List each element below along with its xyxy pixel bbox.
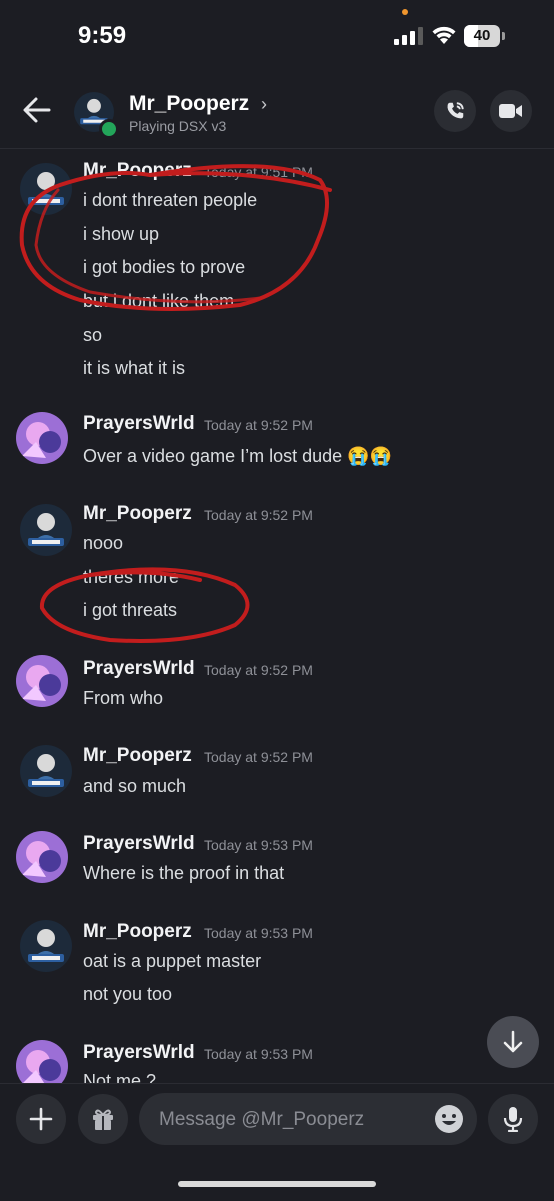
- message-timestamp: Today at 9:53 PM: [204, 925, 313, 941]
- message-author[interactable]: PrayersWrld: [83, 833, 195, 855]
- message-line: Where is the proof in that: [83, 863, 285, 883]
- message-timestamp: Today at 9:53 PM: [204, 1046, 313, 1062]
- gift-button[interactable]: [78, 1094, 128, 1144]
- avatar-mr-pooperz[interactable]: [20, 504, 72, 556]
- battery-level: 40: [473, 27, 491, 44]
- avatar-mr-pooperz[interactable]: [20, 163, 72, 215]
- emoji-icon[interactable]: [434, 1104, 464, 1134]
- message-line: oat is a puppet master: [83, 951, 262, 971]
- attach-button[interactable]: [16, 1094, 66, 1144]
- message-line: it is what it is: [83, 358, 186, 378]
- status-bar: 9:59 40: [0, 0, 554, 74]
- message-timestamp: Today at 9:52 PM: [204, 417, 313, 433]
- message-list[interactable]: Mr_Pooperz Today at 9:51 PM i dont threa…: [0, 149, 554, 1083]
- voice-message-button[interactable]: [488, 1094, 538, 1144]
- online-status-dot: [99, 119, 119, 139]
- header-username[interactable]: Mr_Pooperz: [129, 92, 249, 116]
- dm-header: Mr_Pooperz › Playing DSX v3: [0, 74, 554, 149]
- microphone-icon: [503, 1107, 523, 1132]
- phone-icon: [447, 102, 464, 119]
- avatar-prayerswrld[interactable]: [16, 1040, 68, 1083]
- message-timestamp: Today at 9:53 PM: [204, 837, 313, 853]
- message-author[interactable]: Mr_Pooperz: [83, 160, 192, 182]
- message-author[interactable]: Mr_Pooperz: [83, 921, 192, 943]
- message-timestamp: Today at 9:51 PM: [204, 164, 313, 180]
- header-activity-status: Playing DSX v3: [129, 118, 227, 134]
- message-line: From who: [83, 688, 164, 708]
- message-line: i dont threaten people: [83, 190, 258, 210]
- message-line: i got threats: [83, 600, 178, 620]
- cellular-signal-icon: [394, 27, 423, 45]
- message-line: Over a video game I’m lost dude 😭😭: [83, 446, 392, 466]
- message-line: i show up: [83, 224, 160, 244]
- video-camera-icon: [499, 104, 522, 118]
- message-line: i got bodies to prove: [83, 257, 246, 277]
- message-line: theres more: [83, 567, 180, 587]
- message-timestamp: Today at 9:52 PM: [204, 749, 313, 765]
- message-line: Not me ?: [83, 1071, 157, 1083]
- avatar-prayerswrld[interactable]: [16, 831, 68, 883]
- message-line: nooo: [83, 533, 124, 553]
- home-indicator: [178, 1181, 376, 1187]
- voice-call-button[interactable]: [434, 90, 476, 132]
- message-line: and so much: [83, 776, 187, 796]
- message-timestamp: Today at 9:52 PM: [204, 662, 313, 678]
- plus-icon: [29, 1107, 53, 1131]
- message-author[interactable]: PrayersWrld: [83, 658, 195, 680]
- message-line: but i dont like them: [83, 291, 235, 311]
- avatar-prayerswrld[interactable]: [16, 655, 68, 707]
- arrow-down-icon: [503, 1030, 523, 1053]
- message-input[interactable]: [157, 1093, 421, 1147]
- message-input-field[interactable]: [139, 1093, 477, 1147]
- battery-icon: 40: [464, 25, 506, 47]
- message-author[interactable]: PrayersWrld: [83, 1042, 195, 1064]
- gift-icon: [93, 1109, 113, 1130]
- avatar-prayerswrld[interactable]: [16, 412, 68, 464]
- privacy-indicator-dot: [402, 9, 408, 15]
- message-author[interactable]: Mr_Pooperz: [83, 745, 192, 767]
- message-line: so: [83, 325, 103, 345]
- status-time: 9:59: [78, 22, 127, 49]
- message-timestamp: Today at 9:52 PM: [204, 507, 313, 523]
- message-line: not you too: [83, 984, 173, 1004]
- jump-to-latest-button[interactable]: [487, 1016, 539, 1068]
- arrow-left-icon[interactable]: [22, 96, 52, 124]
- avatar-mr-pooperz[interactable]: [20, 745, 72, 797]
- avatar-mr-pooperz[interactable]: [20, 920, 72, 972]
- chevron-right-icon[interactable]: ›: [261, 94, 267, 115]
- video-call-button[interactable]: [490, 90, 532, 132]
- wifi-icon: [432, 26, 456, 44]
- message-author[interactable]: PrayersWrld: [83, 413, 195, 435]
- message-author[interactable]: Mr_Pooperz: [83, 503, 192, 525]
